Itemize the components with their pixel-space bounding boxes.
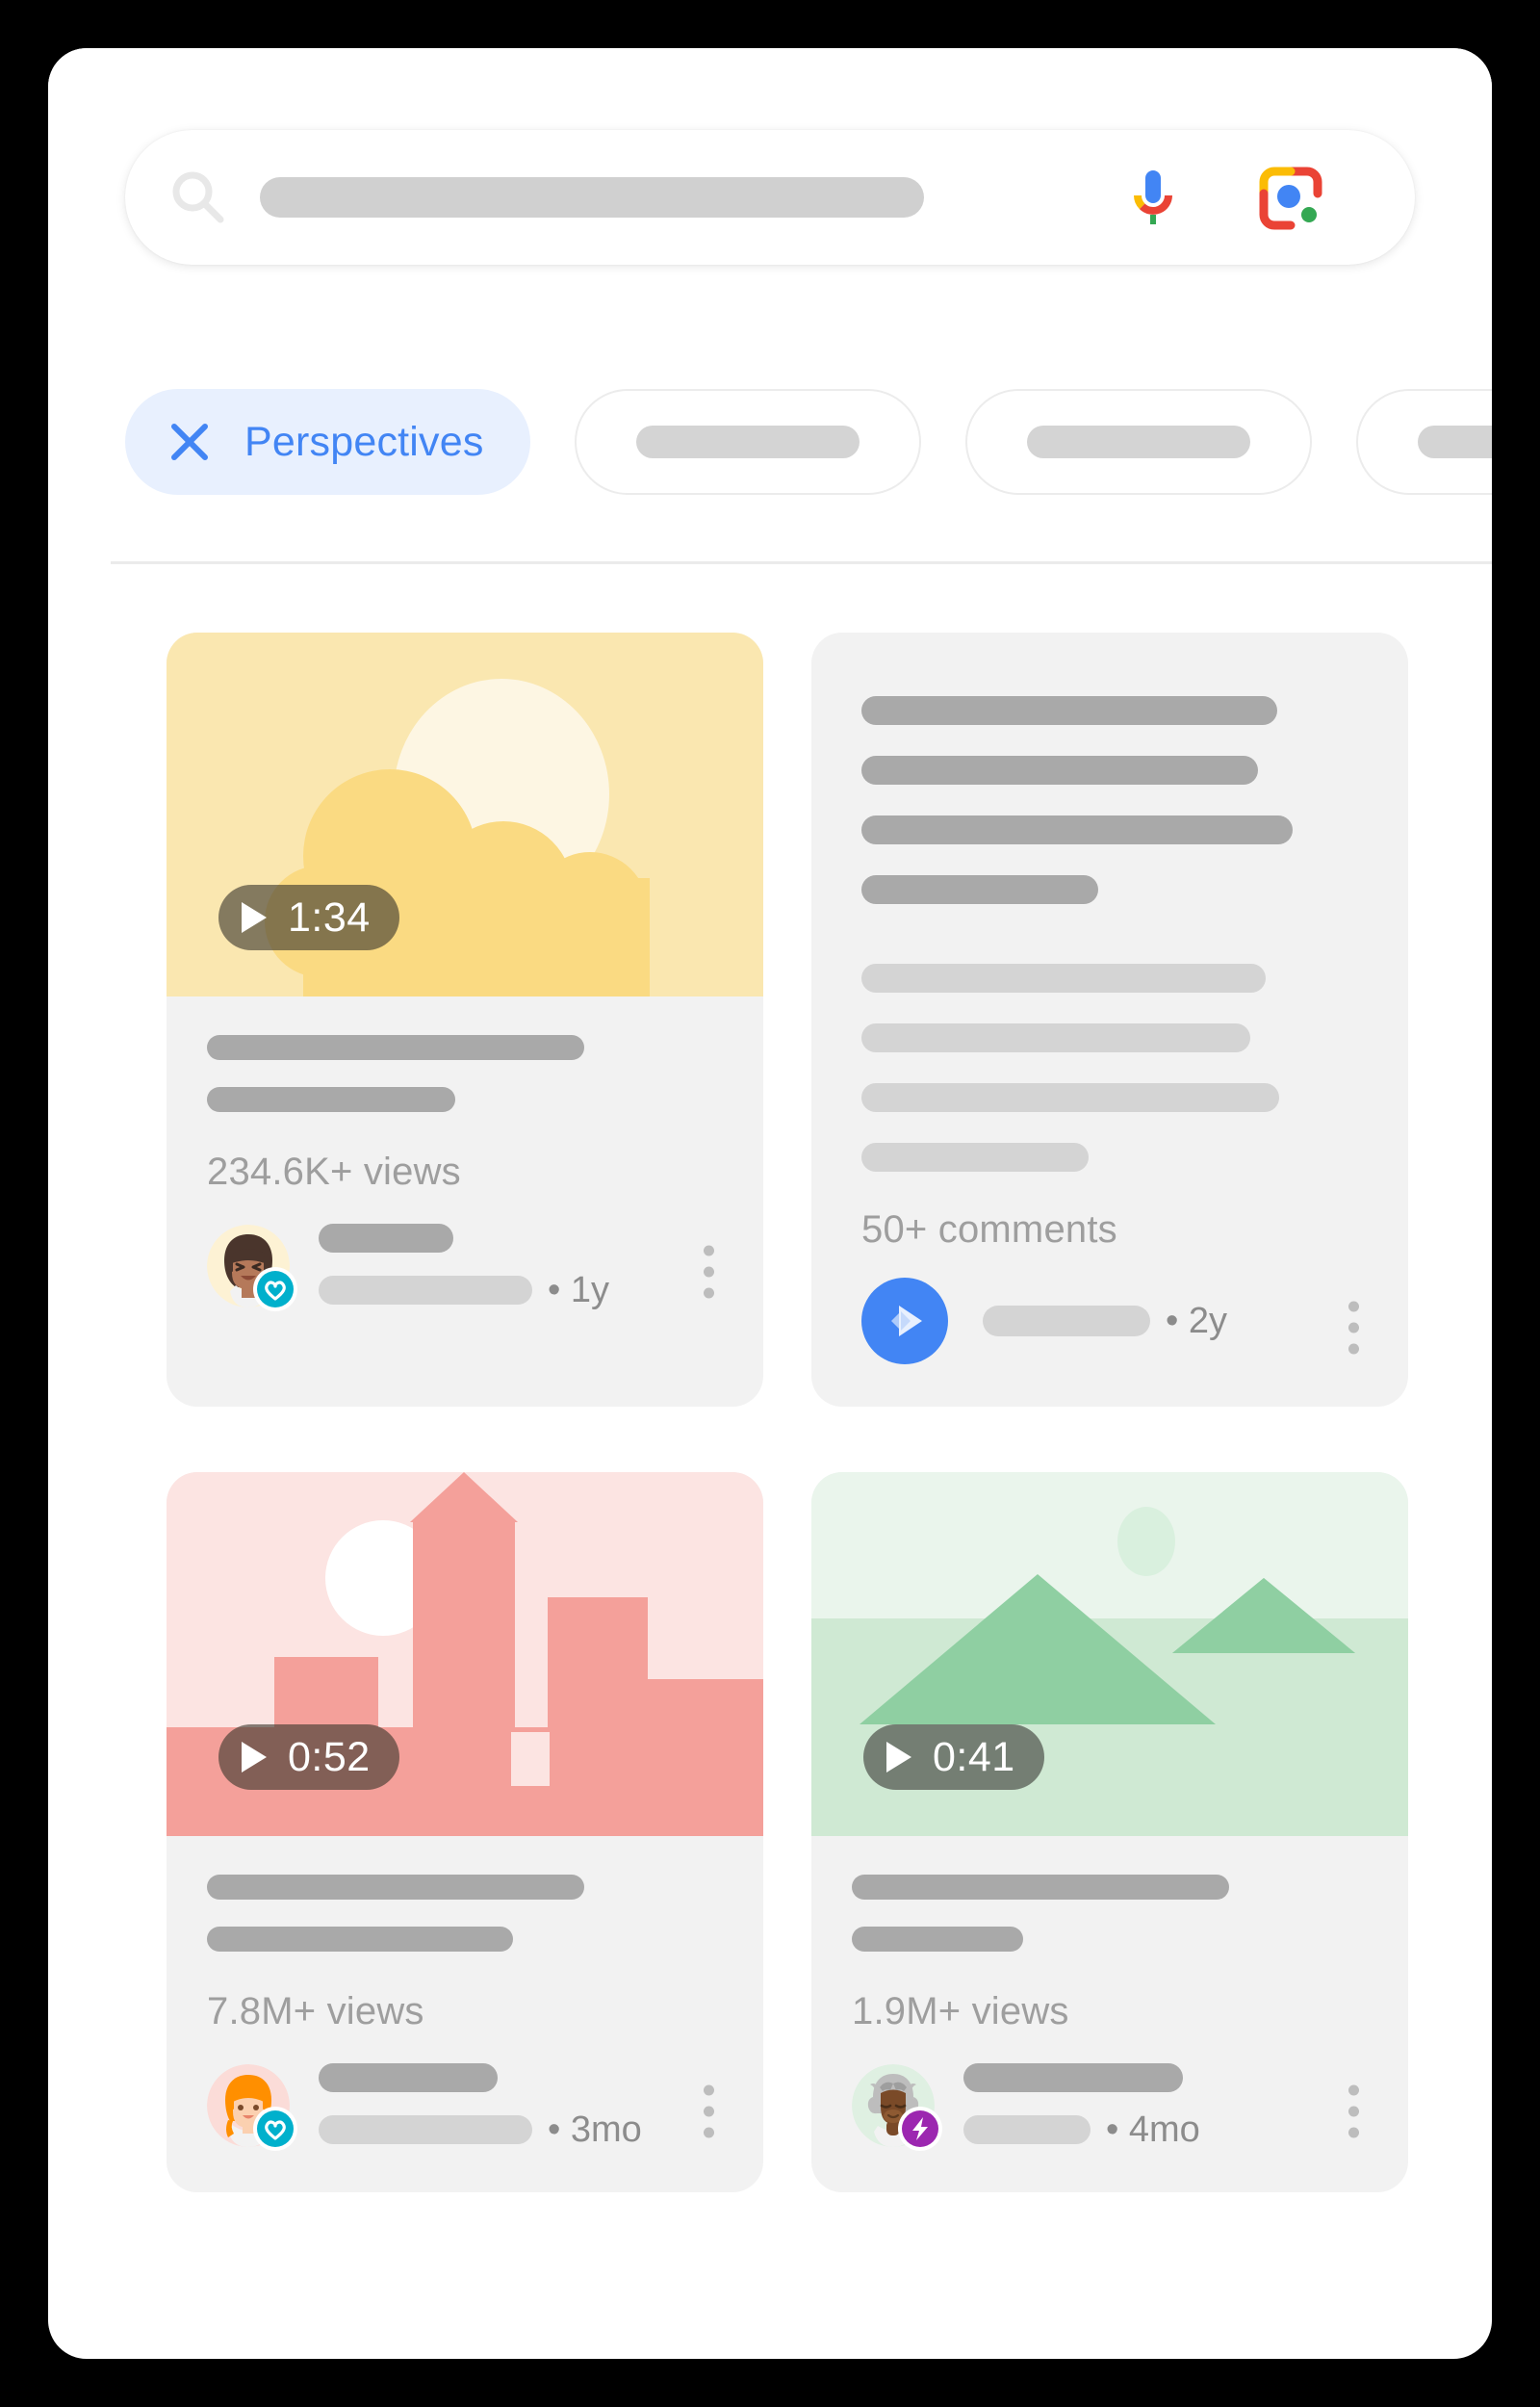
microphone-icon[interactable] — [1120, 165, 1186, 230]
body-skeleton-line — [861, 696, 1277, 725]
search-icon — [167, 167, 229, 228]
source-info: • 1y — [319, 1224, 609, 1308]
search-region — [48, 48, 1492, 279]
google-lens-icon[interactable] — [1259, 167, 1322, 230]
play-icon — [242, 902, 267, 933]
heart-verified-badge — [253, 2107, 297, 2151]
filter-chip-placeholder-label — [1417, 426, 1492, 458]
filter-chips-region: Perspectives — [48, 375, 1492, 564]
card-body: 1.9M+ views — [811, 1836, 1408, 2031]
card-body: 234.6K+ views — [167, 996, 763, 1191]
source-sub-skeleton — [319, 1276, 532, 1305]
view-count: 7.8M+ views — [207, 1990, 424, 2032]
source-info: • 4mo — [963, 2063, 1200, 2148]
body-skeleton-line-light — [861, 964, 1266, 993]
video-thumbnail[interactable]: 0:52 — [167, 1472, 763, 1836]
filter-chip-placeholder-3[interactable] — [1355, 389, 1492, 495]
title-skeleton-line — [207, 1927, 513, 1952]
video-duration-text: 0:52 — [288, 1733, 371, 1780]
heart-verified-badge — [253, 1267, 297, 1311]
body-skeleton-line-light — [861, 1143, 1089, 1172]
video-thumbnail[interactable]: 1:34 — [167, 633, 763, 996]
close-x-icon[interactable] — [167, 420, 212, 464]
result-card-video-1[interactable]: 1:34 234.6K+ views • 1y — [167, 633, 763, 1407]
source-info: • 2y — [983, 1303, 1227, 1339]
filter-chip-placeholder-label — [1026, 426, 1250, 458]
title-skeleton-line — [852, 1927, 1023, 1952]
filter-chip-perspectives[interactable]: Perspectives — [125, 389, 530, 495]
three-dot-menu-icon[interactable] — [1348, 2084, 1359, 2138]
video-duration-badge: 1:34 — [218, 885, 399, 950]
title-skeleton-line — [852, 1875, 1229, 1900]
video-duration-text: 1:34 — [288, 893, 371, 941]
title-skeleton-line — [207, 1035, 584, 1060]
card-footer: • 1y — [167, 1191, 763, 1353]
results-grid: 1:34 234.6K+ views • 1y 50+ comments • 2… — [167, 633, 1408, 2192]
source-name-skeleton — [319, 2063, 498, 2092]
filter-chips-row: Perspectives — [125, 389, 1492, 495]
source-name-skeleton — [983, 1306, 1150, 1336]
filter-chip-placeholder-1[interactable] — [574, 389, 921, 495]
body-skeleton-line — [861, 756, 1258, 785]
video-thumbnail[interactable]: 0:41 — [811, 1472, 1408, 1836]
source-info: • 3mo — [319, 2063, 642, 2148]
three-dot-menu-icon[interactable] — [704, 2084, 714, 2138]
avatar[interactable] — [207, 1225, 297, 1311]
source-name-skeleton — [319, 1224, 453, 1253]
view-count: 234.6K+ views — [207, 1151, 461, 1193]
card-footer: • 3mo — [167, 2031, 763, 2192]
filter-chip-placeholder-label — [635, 426, 860, 458]
filter-chip-placeholder-2[interactable] — [964, 389, 1312, 495]
avatar[interactable] — [852, 2064, 942, 2151]
app-panel: Perspectives 1:34 234.6K+ views • 1y 50+… — [48, 48, 1492, 2359]
blue-play-star-icon[interactable] — [861, 1278, 948, 1364]
body-skeleton-line-light — [861, 1023, 1250, 1052]
result-card-video-4[interactable]: 0:41 1.9M+ views • 4mo — [811, 1472, 1408, 2192]
source-sub-skeleton — [963, 2115, 1091, 2144]
search-input[interactable] — [260, 177, 924, 218]
comment-count: 50+ comments — [861, 1208, 1117, 1251]
play-icon — [886, 1742, 911, 1773]
result-card-video-3[interactable]: 0:52 7.8M+ views • 3mo — [167, 1472, 763, 2192]
card-footer: • 4mo — [811, 2031, 1408, 2192]
video-duration-badge: 0:52 — [218, 1724, 399, 1790]
search-bar[interactable] — [125, 130, 1415, 265]
card-body: 50+ comments — [811, 633, 1408, 1249]
view-count: 1.9M+ views — [852, 1990, 1069, 2032]
three-dot-menu-icon[interactable] — [704, 1245, 714, 1299]
video-duration-badge: 0:41 — [863, 1724, 1044, 1790]
body-skeleton-line — [861, 875, 1098, 904]
lightning-bolt-badge — [898, 2107, 942, 2151]
title-skeleton-line — [207, 1875, 584, 1900]
card-body: 7.8M+ views — [167, 1836, 763, 2031]
source-sub-skeleton — [319, 2115, 532, 2144]
three-dot-menu-icon[interactable] — [1348, 1301, 1359, 1355]
filter-chip-label: Perspectives — [244, 418, 484, 465]
result-card-text-2[interactable]: 50+ comments • 2y — [811, 633, 1408, 1407]
play-icon — [242, 1742, 267, 1773]
body-skeleton-line-light — [861, 1083, 1279, 1112]
publish-age: • 4mo — [1106, 2109, 1200, 2150]
avatar[interactable] — [207, 2064, 297, 2151]
body-skeleton-line — [861, 815, 1293, 844]
section-divider — [111, 561, 1492, 564]
publish-age: • 2y — [1166, 1301, 1227, 1341]
publish-age: • 1y — [548, 1270, 609, 1310]
source-name-skeleton — [963, 2063, 1183, 2092]
video-duration-text: 0:41 — [933, 1733, 1015, 1780]
publish-age: • 3mo — [548, 2109, 642, 2150]
title-skeleton-line — [207, 1087, 455, 1112]
card-footer: • 2y — [811, 1249, 1408, 1407]
